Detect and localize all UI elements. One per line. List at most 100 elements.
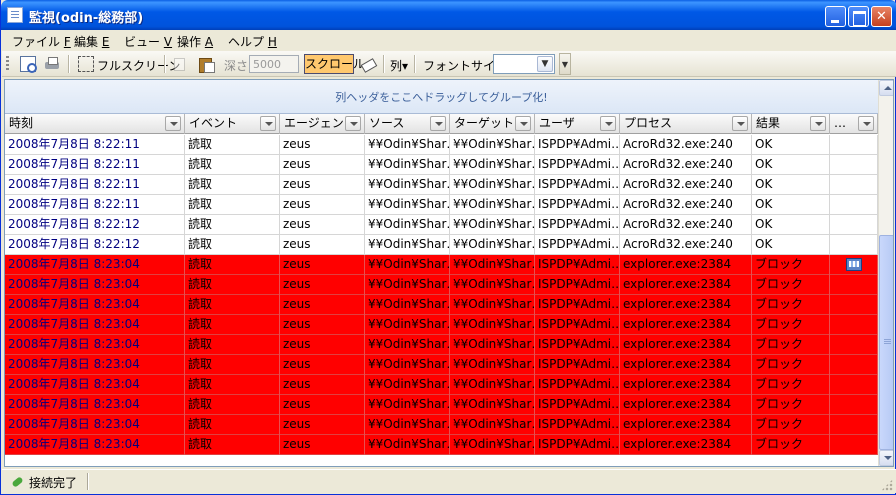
column-header-result[interactable]: 結果 bbox=[752, 114, 830, 134]
minimize-button[interactable] bbox=[825, 6, 846, 27]
cell-user: ISPDP¥Admi… bbox=[535, 235, 620, 255]
scroll-thumb[interactable] bbox=[879, 235, 893, 450]
cell-process: explorer.exe:2384 bbox=[620, 255, 752, 275]
cell-agent: zeus bbox=[280, 415, 365, 435]
cell-event: 読取 bbox=[185, 175, 280, 195]
column-header-label: プロセス bbox=[624, 116, 673, 130]
menu-edit[interactable]: 編集 E bbox=[74, 33, 109, 50]
table-row[interactable]: 2008年7月8日 8:23:04 読取 zeus ¥¥Odin¥Shar… ¥¥Odi… bbox=[5, 275, 878, 295]
paste-icon[interactable] bbox=[198, 56, 215, 73]
table-row[interactable]: 2008年7月8日 8:22:11 読取 zeus ¥¥Odin¥Shar… ¥¥Odi… bbox=[5, 175, 878, 195]
chevron-down-icon[interactable]: ▼ bbox=[537, 56, 553, 72]
filter-icon[interactable] bbox=[810, 116, 826, 131]
table-row[interactable]: 2008年7月8日 8:23:04 読取 zeus ¥¥Odin¥Shar… ¥¥Odi… bbox=[5, 415, 878, 435]
menu-file[interactable]: ファイル F bbox=[12, 33, 71, 50]
column-header-agent[interactable]: エージェント bbox=[280, 114, 365, 134]
filter-icon[interactable] bbox=[515, 116, 531, 131]
table-row[interactable]: 2008年7月8日 8:22:12 読取 zeus ¥¥Odin¥Shar… ¥¥Odi… bbox=[5, 215, 878, 235]
table-row[interactable]: 2008年7月8日 8:23:04 読取 zeus ¥¥Odin¥Shar… ¥¥Odi… bbox=[5, 315, 878, 335]
depth-input[interactable] bbox=[249, 55, 299, 73]
table-row[interactable]: 2008年7月8日 8:23:04 読取 zeus ¥¥Odin¥Shar… ¥¥Odi… bbox=[5, 375, 878, 395]
menu-view[interactable]: ビュー V bbox=[124, 33, 172, 50]
title-bar[interactable]: 監視(odin-総務部) ✕ bbox=[1, 0, 896, 30]
table-row[interactable]: 2008年7月8日 8:23:04 読取 zeus ¥¥Odin¥Shar… ¥¥Odi… bbox=[5, 395, 878, 415]
column-header-more[interactable]: … bbox=[830, 114, 878, 134]
cell-process: AcroRd32.exe:240 bbox=[620, 215, 752, 235]
close-button[interactable]: ✕ bbox=[871, 6, 892, 27]
resize-grip[interactable] bbox=[881, 479, 893, 491]
menu-bar: ファイル F 編集 E ビュー V 操作 A ヘルプ H bbox=[2, 30, 896, 51]
fullscreen-icon[interactable] bbox=[78, 56, 94, 72]
cell-user: ISPDP¥Admi… bbox=[535, 315, 620, 335]
cell-agent: zeus bbox=[280, 175, 365, 195]
printer-icon[interactable] bbox=[44, 56, 60, 72]
filter-icon[interactable] bbox=[345, 116, 361, 131]
table-row[interactable]: 2008年7月8日 8:23:04 読取 zeus ¥¥Odin¥Shar… ¥¥Odi… bbox=[5, 355, 878, 375]
cell-more bbox=[830, 235, 878, 255]
eraser-icon[interactable] bbox=[360, 56, 376, 72]
cell-source: ¥¥Odin¥Shar… bbox=[365, 335, 450, 355]
columns-dropdown-button[interactable]: 列▾ bbox=[390, 57, 408, 74]
toolbar-grip[interactable] bbox=[6, 56, 9, 72]
column-header-source[interactable]: ソース bbox=[365, 114, 450, 134]
cell-result: ブロック bbox=[752, 375, 830, 395]
cell-source: ¥¥Odin¥Shar… bbox=[365, 355, 450, 375]
table-row[interactable]: 2008年7月8日 8:23:04 読取 zeus ¥¥Odin¥Shar… ¥¥Odi… bbox=[5, 435, 878, 455]
toolbar-overflow-button[interactable]: ▼ bbox=[559, 53, 571, 75]
maximize-button[interactable] bbox=[848, 6, 869, 27]
cell-source: ¥¥Odin¥Shar… bbox=[365, 195, 450, 215]
fontsize-select[interactable]: ▼ bbox=[493, 54, 555, 74]
cell-target: ¥¥Odin¥Shar… bbox=[450, 395, 535, 415]
table-row[interactable]: 2008年7月8日 8:22:11 読取 zeus ¥¥Odin¥Shar… ¥¥Odi… bbox=[5, 135, 878, 155]
filter-icon[interactable] bbox=[260, 116, 276, 131]
cell-time: 2008年7月8日 8:23:04 bbox=[5, 295, 185, 315]
filter-icon[interactable] bbox=[732, 116, 748, 131]
window-title: 監視(odin-総務部) bbox=[29, 11, 144, 26]
table-row[interactable]: 2008年7月8日 8:23:04 読取 zeus ¥¥Odin¥Shar… ¥¥Odi… bbox=[5, 295, 878, 315]
table-row[interactable]: 2008年7月8日 8:22:11 読取 zeus ¥¥Odin¥Shar… ¥¥Odi… bbox=[5, 155, 878, 175]
scroll-toggle-button[interactable]: スクロール bbox=[304, 54, 365, 74]
filter-icon[interactable] bbox=[600, 116, 616, 131]
cell-user: ISPDP¥Admi… bbox=[535, 215, 620, 235]
column-header-time[interactable]: 時刻 bbox=[5, 114, 185, 134]
blocked-event-icon[interactable] bbox=[846, 258, 862, 271]
toolbar-separator bbox=[68, 55, 69, 73]
cell-source: ¥¥Odin¥Shar… bbox=[365, 235, 450, 255]
column-header-event[interactable]: イベント bbox=[185, 114, 280, 134]
column-header-label: ソース bbox=[369, 116, 405, 130]
filter-icon[interactable] bbox=[858, 116, 874, 131]
column-header-user[interactable]: ユーザ bbox=[535, 114, 620, 134]
column-header-process[interactable]: プロセス bbox=[620, 114, 752, 134]
table-row[interactable]: 2008年7月8日 8:22:11 読取 zeus ¥¥Odin¥Shar… ¥¥Odi… bbox=[5, 195, 878, 215]
group-by-panel[interactable]: 列ヘッダをここへドラッグしてグループ化! bbox=[5, 80, 878, 114]
cell-target: ¥¥Odin¥Shar… bbox=[450, 295, 535, 315]
fullscreen-button[interactable]: フルスクリーン bbox=[97, 57, 180, 74]
cell-target: ¥¥Odin¥Shar… bbox=[450, 235, 535, 255]
cell-target: ¥¥Odin¥Shar… bbox=[450, 275, 535, 295]
filter-icon[interactable] bbox=[165, 116, 181, 131]
cell-time: 2008年7月8日 8:23:04 bbox=[5, 315, 185, 335]
cell-user: ISPDP¥Admi… bbox=[535, 415, 620, 435]
cell-result: OK bbox=[752, 195, 830, 215]
vertical-scrollbar[interactable] bbox=[878, 80, 893, 466]
scroll-down-button[interactable] bbox=[879, 450, 893, 466]
column-header-target[interactable]: ターゲット bbox=[450, 114, 535, 134]
scroll-up-button[interactable] bbox=[879, 80, 893, 96]
filter-icon[interactable] bbox=[430, 116, 446, 131]
cell-result: OK bbox=[752, 175, 830, 195]
cell-result: OK bbox=[752, 215, 830, 235]
cell-more bbox=[830, 375, 878, 395]
menu-action[interactable]: 操作 A bbox=[177, 33, 213, 50]
table-row[interactable]: 2008年7月8日 8:23:04 読取 zeus ¥¥Odin¥Shar… ¥¥Odi… bbox=[5, 335, 878, 355]
cell-time: 2008年7月8日 8:23:04 bbox=[5, 435, 185, 455]
cell-result: ブロック bbox=[752, 435, 830, 455]
menu-help[interactable]: ヘルプ H bbox=[228, 33, 277, 50]
table-row[interactable]: 2008年7月8日 8:22:12 読取 zeus ¥¥Odin¥Shar… ¥¥Odi… bbox=[5, 235, 878, 255]
cell-result: OK bbox=[752, 235, 830, 255]
cell-process: explorer.exe:2384 bbox=[620, 355, 752, 375]
print-preview-icon[interactable] bbox=[20, 56, 37, 73]
status-text: 接続完了 bbox=[29, 476, 78, 490]
table-row[interactable]: 2008年7月8日 8:23:04 読取 zeus ¥¥Odin¥Shar… ¥¥Odi… bbox=[5, 255, 878, 275]
status-separator bbox=[87, 473, 89, 490]
cell-more bbox=[830, 135, 878, 155]
